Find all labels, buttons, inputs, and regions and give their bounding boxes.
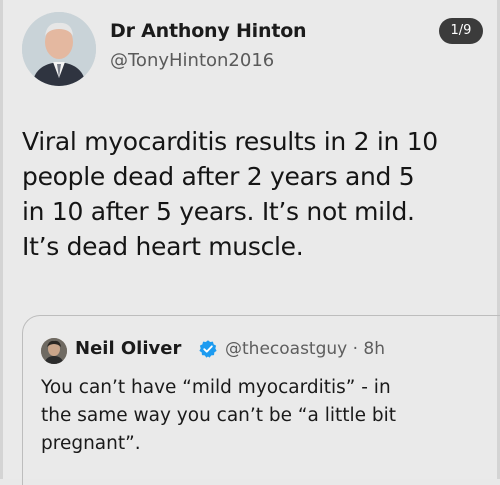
- thread-counter-badge: 1/9: [439, 18, 483, 44]
- left-edge: [0, 0, 3, 479]
- tweet-card: Dr Anthony Hinton @TonyHinton2016 1/9 Vi…: [0, 0, 500, 485]
- verified-badge-icon: [199, 340, 217, 358]
- tweet-line: Viral myocarditis results in 2 in 10: [22, 127, 438, 156]
- quoted-handle-time[interactable]: @thecoastguy · 8h: [225, 339, 385, 359]
- tweet-header: Dr Anthony Hinton @TonyHinton2016 1/9: [22, 12, 483, 90]
- author-name[interactable]: Dr Anthony Hinton: [110, 20, 307, 42]
- quoted-line: the same way you can’t be “a little bit: [41, 405, 397, 426]
- tweet-body: Viral myocarditis results in 2 in 10 peo…: [22, 124, 492, 264]
- tweet-line: in 10 after 5 years. It’s not mild.: [22, 197, 415, 226]
- author-handle[interactable]: @TonyHinton2016: [110, 50, 274, 71]
- quoted-tweet[interactable]: Neil Oliver @thecoastguy · 8h You can’t …: [22, 315, 500, 485]
- quoted-avatar[interactable]: [41, 338, 67, 364]
- quoted-line: pregnant”.: [41, 433, 141, 454]
- quoted-tweet-body: You can’t have “mild myocarditis” - in t…: [41, 374, 481, 458]
- tweet-line: people dead after 2 years and 5: [22, 162, 415, 191]
- person-photo-icon: [41, 338, 67, 364]
- quoted-line: You can’t have “mild myocarditis” - in: [41, 377, 391, 398]
- author-avatar[interactable]: [22, 12, 96, 86]
- quoted-author-name[interactable]: Neil Oliver: [75, 338, 181, 359]
- person-photo-icon: [22, 12, 96, 86]
- tweet-line: It’s dead heart muscle.: [22, 232, 304, 261]
